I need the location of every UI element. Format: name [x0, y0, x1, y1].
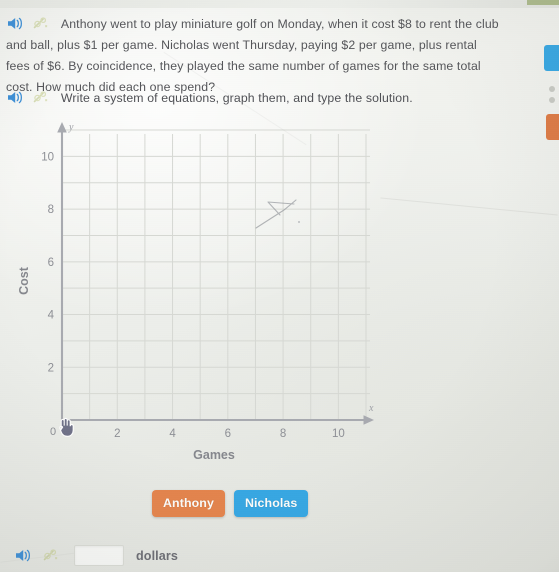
- graph-canvas[interactable]: y x 246810 2 4 6 8 10 0 Games Cost: [14, 116, 414, 466]
- x-axis-label: Games: [193, 448, 235, 462]
- nicholas-button[interactable]: Nicholas: [233, 490, 309, 517]
- problem-statement-block: Anthony went to play miniature golf on M…: [6, 14, 501, 98]
- instruction-block: Write a system of equations, graph them,…: [6, 88, 466, 109]
- speaker-icon[interactable]: [6, 16, 24, 31]
- x-tick-label: 4: [169, 428, 176, 440]
- edge-blue-widget[interactable]: [544, 45, 559, 71]
- hint-sparkle-icon[interactable]: [32, 16, 49, 31]
- y-tick-label: 8: [48, 204, 54, 216]
- top-strip: [0, 0, 559, 8]
- y-tick-label: 6: [48, 257, 54, 269]
- x-tick-label: 8: [280, 428, 286, 440]
- y-tick-labels: 2 4 6 8 10: [41, 151, 54, 374]
- answer-unit-label: dollars: [136, 548, 178, 563]
- edge-orange-widget[interactable]: [546, 114, 559, 140]
- y-axis-label: Cost: [17, 266, 31, 295]
- edge-dot-icon: [549, 97, 555, 103]
- axis-symbol-labels: y x: [68, 122, 374, 414]
- speaker-icon[interactable]: [6, 90, 24, 105]
- x-tick-label: 2: [114, 428, 120, 440]
- mouse-cursor-hand: [59, 417, 74, 437]
- y-tick-label: 10: [41, 151, 54, 163]
- speaker-icon[interactable]: [14, 548, 32, 563]
- name-button-row: Anthony Nicholas: [152, 490, 309, 517]
- svg-text:x: x: [368, 403, 374, 414]
- axis-lines: [57, 122, 374, 425]
- answer-row: dollars: [14, 545, 178, 566]
- svg-text:y: y: [68, 122, 74, 133]
- anthony-button[interactable]: Anthony: [152, 490, 225, 517]
- x-tick-label: 10: [332, 428, 345, 440]
- x-tick-labels: 2 4 6 8 10: [114, 428, 345, 440]
- grid-lines: [62, 129, 370, 420]
- hint-sparkle-icon[interactable]: [32, 90, 49, 105]
- answer-input[interactable]: [74, 545, 124, 566]
- edge-dot-icon: [549, 86, 555, 92]
- problem-text: Anthony went to play miniature golf on M…: [6, 17, 499, 94]
- top-green-accent: [527, 0, 559, 5]
- coordinate-plane[interactable]: y x 2 4 6 8 10 2 4 6 8 10 0 Games Cost: [14, 116, 414, 466]
- hint-sparkle-icon[interactable]: [42, 548, 59, 563]
- y-tick-label: 2: [48, 362, 54, 374]
- y-tick-label: 4: [48, 310, 55, 322]
- x-tick-label: 6: [225, 428, 231, 440]
- instruction-text: Write a system of equations, graph them,…: [60, 91, 413, 105]
